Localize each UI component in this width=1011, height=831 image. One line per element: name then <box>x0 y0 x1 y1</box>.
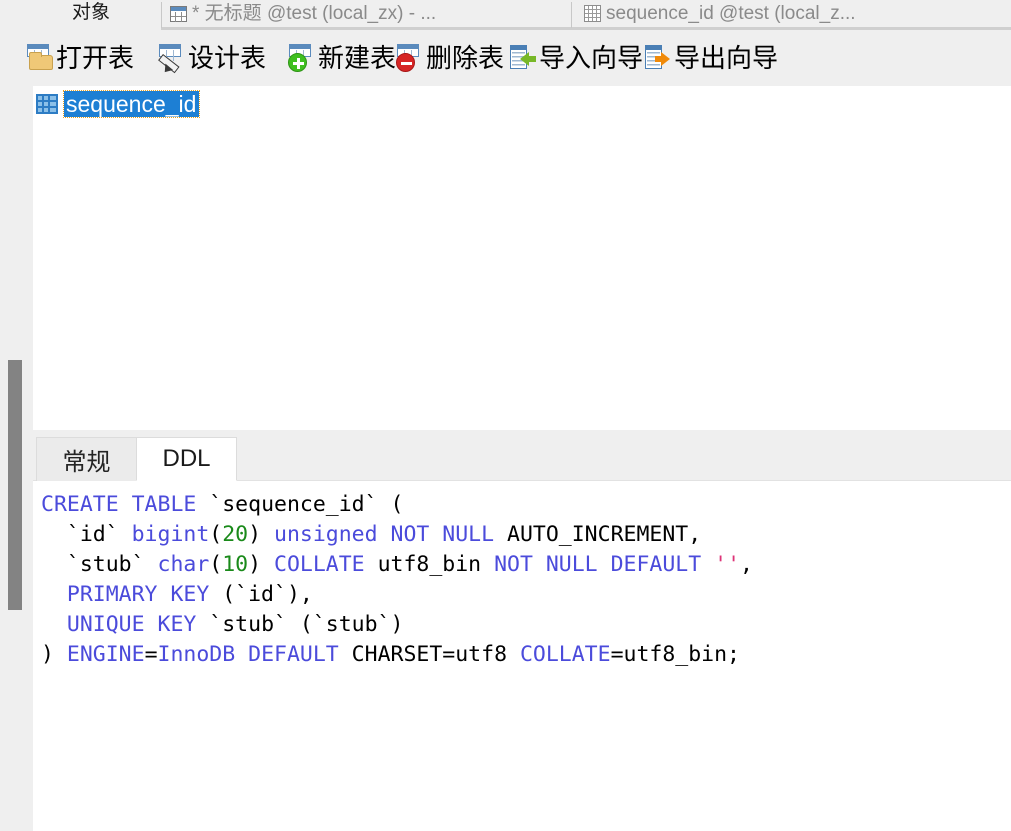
tab-ddl-label: DDL <box>162 445 211 472</box>
table-toolbar: 打开表 设计表 新建表 删除表 导入向导 导出向导 <box>0 30 1011 86</box>
import-wizard-label: 导入向导 <box>539 43 644 73</box>
ddl-token: 20 <box>222 522 249 547</box>
design-table-label: 设计表 <box>188 43 267 73</box>
ddl-token: ) <box>248 552 275 577</box>
ddl-token: CREATE TABLE <box>41 492 197 517</box>
ddl-token: COLLATE <box>519 642 611 667</box>
ddl-line: CREATE TABLE `sequence_id` ( <box>41 490 1011 520</box>
ddl-token: COLLATE <box>274 552 365 577</box>
ddl-line: UNIQUE KEY `stub` (`stub`) <box>41 610 1011 640</box>
ddl-token: PRIMARY KEY <box>66 582 210 607</box>
vertical-scrollbar[interactable] <box>0 30 22 831</box>
ddl-token: ( <box>209 522 223 547</box>
objects-pane-title: 对象 <box>72 2 111 23</box>
table-grid-icon <box>584 5 601 22</box>
ddl-token: AUTO_INCREMENT, <box>494 522 702 547</box>
ddl-line: `id` bigint(20) unsigned NOT NULL AUTO_I… <box>41 520 1011 550</box>
ddl-token: `id` <box>41 522 132 547</box>
ddl-token: NOT NULL DEFAULT <box>494 552 702 577</box>
ddl-token: ) <box>248 522 275 547</box>
document-tab-sequence-id[interactable]: sequence_id @test (local_z... <box>578 0 968 27</box>
design-table-icon <box>157 43 187 73</box>
ddl-token: `stub` (`stub`) <box>196 612 404 637</box>
document-tab-label: sequence_id @test (local_z... <box>606 2 856 24</box>
ddl-token: (`id`), <box>209 582 313 607</box>
delete-table-icon <box>395 43 425 73</box>
ddl-token: = <box>144 642 158 667</box>
ddl-line: ) ENGINE=InnoDB DEFAULT CHARSET=utf8 COL… <box>41 640 1011 670</box>
object-list-selection[interactable]: sequence_id <box>62 90 201 118</box>
tab-separator-1 <box>161 2 162 28</box>
ddl-token <box>41 612 67 637</box>
document-tab-label: * 无标题 @test (local_zx) - ... <box>192 2 437 24</box>
ddl-token: ) <box>41 642 67 667</box>
export-wizard-label: 导出向导 <box>674 43 779 73</box>
table-grid-icon <box>36 94 58 114</box>
ddl-token: 10 <box>222 552 249 577</box>
export-wizard-icon <box>643 43 673 73</box>
new-table-button[interactable]: 新建表 <box>287 38 396 78</box>
ddl-line: `stub` char(10) COLLATE utf8_bin NOT NUL… <box>41 550 1011 580</box>
ddl-token: =utf8_bin; <box>610 642 741 667</box>
ddl-token <box>41 582 67 607</box>
new-table-icon <box>287 43 317 73</box>
import-wizard-icon <box>508 43 538 73</box>
open-table-label: 打开表 <box>56 43 135 73</box>
ddl-line: PRIMARY KEY (`id`), <box>41 580 1011 610</box>
ddl-token: CHARSET=utf8 <box>338 642 520 667</box>
ddl-token: InnoDB DEFAULT <box>157 642 339 667</box>
document-tab-untitled[interactable]: * 无标题 @test (local_zx) - ... <box>164 0 541 27</box>
new-table-label: 新建表 <box>318 43 397 73</box>
document-tab-strip: 对象 * 无标题 @test (local_zx) - ... sequence… <box>0 0 1011 30</box>
delete-table-button[interactable]: 删除表 <box>395 38 504 78</box>
tab-ddl[interactable]: DDL <box>136 437 237 481</box>
ddl-token: `stub` <box>41 552 158 577</box>
import-wizard-button[interactable]: 导入向导 <box>508 38 643 78</box>
tab-general-label: 常规 <box>62 449 111 476</box>
table-grid-icon <box>170 5 187 22</box>
ddl-token: , <box>740 552 753 577</box>
tab-separator-2 <box>571 2 572 28</box>
nav icat-table-window: 对象 * 无标题 @test (local_zx) - ... sequence… <box>0 0 1011 831</box>
ddl-token: `sequence_id` ( <box>196 492 404 517</box>
ddl-token: '' <box>714 552 741 577</box>
ddl-token <box>701 552 714 577</box>
ddl-token: UNIQUE KEY <box>66 612 197 637</box>
ddl-token: utf8_bin <box>364 552 495 577</box>
ddl-token: ENGINE <box>66 642 145 667</box>
open-table-icon <box>25 43 55 73</box>
vertical-scrollbar-thumb[interactable] <box>8 360 22 610</box>
open-table-button[interactable]: 打开表 <box>25 38 134 78</box>
delete-table-label: 删除表 <box>426 43 505 73</box>
list-item[interactable]: sequence_id <box>36 90 201 118</box>
ddl-source: CREATE TABLE `sequence_id` ( `id` bigint… <box>41 490 1011 670</box>
ddl-text-area[interactable]: CREATE TABLE `sequence_id` ( `id` bigint… <box>33 481 1011 831</box>
list-item-label: sequence_id <box>66 90 197 117</box>
detail-tab-bar: 常规 DDL <box>33 434 1011 481</box>
design-table-button[interactable]: 设计表 <box>157 38 266 78</box>
table-detail-pane: 常规 DDL CREATE TABLE `sequence_id` ( `id`… <box>33 434 1011 831</box>
ddl-token: ( <box>209 552 223 577</box>
tab-general[interactable]: 常规 <box>36 437 137 481</box>
ddl-token: char <box>157 552 210 577</box>
export-wizard-button[interactable]: 导出向导 <box>643 38 778 78</box>
object-list-pane[interactable]: sequence_id <box>33 86 1011 430</box>
ddl-token: bigint <box>131 522 210 547</box>
ddl-token: unsigned NOT NULL <box>274 522 495 547</box>
